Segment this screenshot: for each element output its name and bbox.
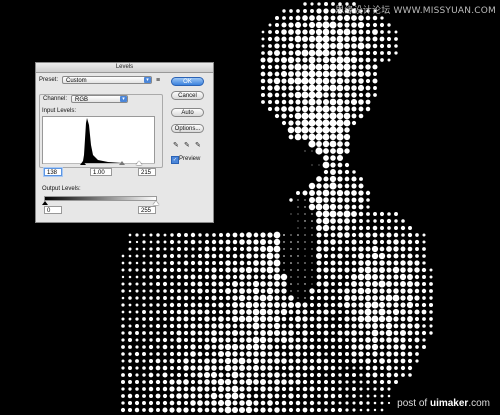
preset-value: Custom: [66, 78, 87, 84]
options-button[interactable]: Options...: [171, 124, 204, 133]
output-black-field[interactable]: 0: [44, 206, 62, 214]
dialog-title: Levels: [36, 63, 213, 73]
preset-select[interactable]: Custom ▾: [62, 76, 152, 84]
gray-eyedropper-icon[interactable]: ✎: [184, 141, 190, 149]
output-levels-label: Output Levels:: [42, 186, 81, 192]
black-eyedropper-icon[interactable]: ✎: [173, 141, 179, 149]
histogram-graph: [82, 118, 123, 163]
input-black-field[interactable]: 138: [44, 168, 62, 176]
auto-button[interactable]: Auto: [171, 108, 204, 117]
preview-checkbox[interactable]: ✓: [171, 156, 179, 164]
preview-label: Preview: [179, 156, 201, 162]
output-black-slider[interactable]: [42, 201, 48, 205]
white-eyedropper-icon[interactable]: ✎: [195, 141, 201, 149]
input-gamma-slider[interactable]: [119, 161, 125, 165]
channel-label: Channel:: [43, 96, 68, 102]
channel-select[interactable]: RGB ▾: [71, 95, 128, 103]
output-gradient: [44, 196, 157, 201]
watermark-bottom: post of uimaker.com: [397, 398, 490, 409]
input-white-field[interactable]: 215: [138, 168, 156, 176]
input-white-slider[interactable]: [136, 161, 142, 165]
preset-options-icon[interactable]: ≡: [156, 77, 160, 84]
input-black-slider[interactable]: [80, 161, 86, 165]
ok-button[interactable]: OK: [171, 77, 204, 86]
preset-label: Preset:: [39, 77, 59, 83]
channel-value: RGB: [75, 97, 89, 103]
output-white-slider[interactable]: [153, 201, 159, 205]
histogram: [42, 116, 155, 164]
chevron-down-icon: ▾: [144, 77, 151, 83]
watermark-top: 思缘设计论坛 WWW.MISSYUAN.COM: [335, 6, 496, 16]
input-levels-label: Input Levels:: [42, 108, 77, 114]
input-gamma-field[interactable]: 1.00: [90, 168, 112, 176]
output-white-field[interactable]: 255: [138, 206, 156, 214]
cancel-button[interactable]: Cancel: [171, 91, 204, 100]
chevron-down-icon: ▾: [120, 96, 127, 102]
